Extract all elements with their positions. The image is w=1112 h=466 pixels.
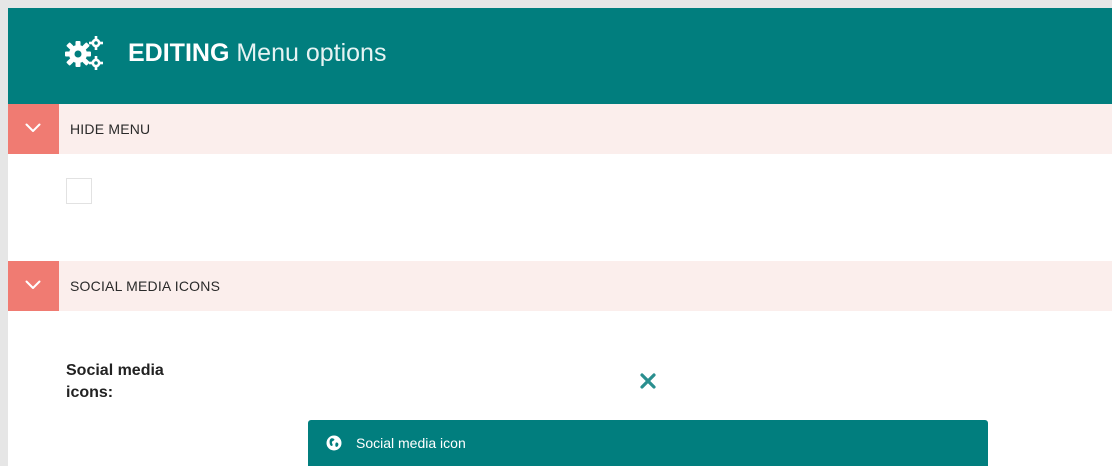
- section-label-hide-menu: HIDE MENU: [70, 121, 151, 137]
- chevron-down-icon: [25, 123, 41, 132]
- hide-menu-checkbox[interactable]: [66, 178, 92, 204]
- page-title-mode: EDITING: [128, 39, 230, 67]
- section-hide-menu: HIDE MENU: [8, 104, 1112, 154]
- social-media-toggle-button[interactable]: [8, 261, 59, 311]
- page-title: EDITING Menu options: [128, 36, 386, 70]
- social-media-field-label: Social media icons:: [66, 362, 164, 401]
- globe-icon: [326, 435, 342, 451]
- social-media-item-label: Social media icon: [356, 435, 466, 451]
- hide-menu-toggle-button[interactable]: [8, 104, 59, 154]
- social-media-item-header[interactable]: Social media icon: [308, 420, 988, 466]
- cogs-icon: [65, 36, 103, 70]
- chevron-down-icon: [25, 280, 41, 289]
- section-social-media-icons: SOCIAL MEDIA ICONS: [8, 261, 1112, 311]
- page-header: EDITING Menu options: [8, 8, 1112, 104]
- close-icon[interactable]: [639, 372, 657, 390]
- section-label-social-media: SOCIAL MEDIA ICONS: [70, 278, 221, 294]
- page-title-text: Menu options: [236, 39, 387, 67]
- menu-options-panel: EDITING Menu options HIDE MENU SOCIAL ME…: [8, 8, 1112, 466]
